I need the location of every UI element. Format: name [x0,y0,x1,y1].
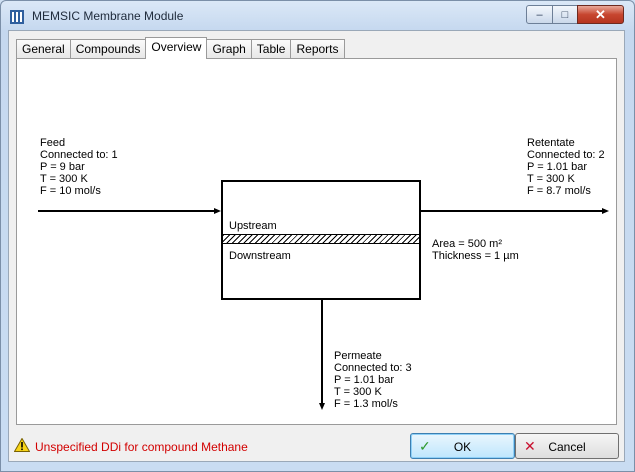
permeate-flow: F = 1.3 mol/s [334,398,398,410]
ok-button[interactable]: ✓ OK [410,433,515,459]
warning-message: Unspecified DDi for compound Methane [35,440,248,454]
downstream-label: Downstream [229,250,291,262]
retentate-arrow-icon [602,208,609,214]
permeate-temperature: T = 300 K [334,386,382,398]
upstream-label: Upstream [229,220,277,232]
ok-button-label: OK [453,440,472,454]
cancel-button-label: Cancel [548,440,586,454]
area-label: Area = 500 m² [432,238,503,250]
permeate-arrow-icon [319,403,325,410]
permeate-connected: Connected to: 3 [334,362,412,374]
cancel-button[interactable]: ✕ Cancel [515,433,619,459]
permeate-name: Permeate [334,350,382,362]
thickness-label: Thickness = 1 µm [432,250,519,262]
tab-overview[interactable]: Overview [145,37,208,59]
feed-arrow-icon [214,208,221,214]
membrane-layer [223,234,419,244]
warning-icon [14,438,30,452]
permeate-pressure: P = 1.01 bar [334,374,395,386]
